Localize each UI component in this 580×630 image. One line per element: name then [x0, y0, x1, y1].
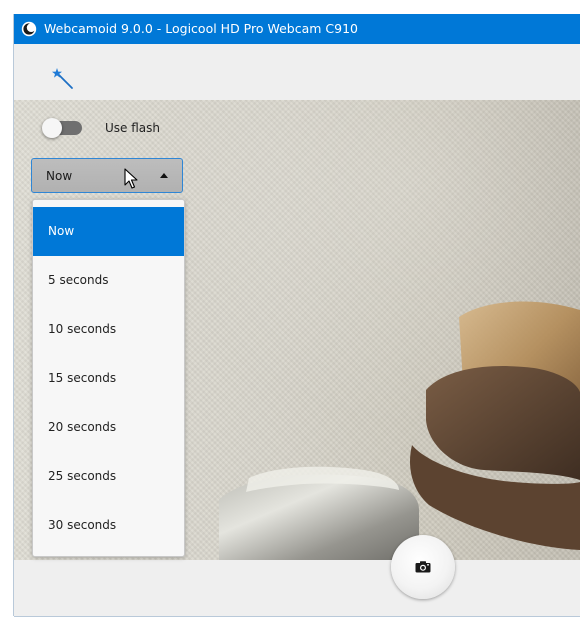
use-flash-toggle[interactable] [42, 118, 82, 138]
timer-dropdown-list: Now 5 seconds 10 seconds 15 seconds 20 s… [32, 199, 185, 557]
option-label: 15 seconds [48, 371, 117, 385]
window-title: Webcamoid 9.0.0 - Logicool HD Pro Webcam… [44, 21, 358, 36]
option-label: 10 seconds [48, 322, 117, 336]
timer-option-10-seconds[interactable]: 10 seconds [33, 305, 184, 354]
bottom-bar [14, 560, 580, 616]
toggle-knob [42, 118, 62, 138]
magic-wand-icon[interactable] [50, 66, 74, 90]
option-label: 5 seconds [48, 273, 109, 287]
timer-option-now[interactable]: Now [33, 207, 184, 256]
top-toolbar [14, 44, 580, 100]
timer-option-25-seconds[interactable]: 25 seconds [33, 452, 184, 501]
option-label: 20 seconds [48, 420, 117, 434]
webcamoid-logo-icon [21, 21, 37, 37]
mouse-cursor-icon [124, 168, 138, 194]
timer-option-5-seconds[interactable]: 5 seconds [33, 256, 184, 305]
camera-icon [415, 561, 431, 573]
option-label: 30 seconds [48, 518, 117, 532]
timer-option-15-seconds[interactable]: 15 seconds [33, 354, 184, 403]
chevron-up-icon [160, 173, 168, 178]
take-photo-button[interactable] [391, 535, 455, 599]
timer-selected-value: Now [46, 169, 73, 183]
timer-option-20-seconds[interactable]: 20 seconds [33, 403, 184, 452]
use-flash-label: Use flash [105, 121, 161, 135]
option-label: 25 seconds [48, 469, 117, 483]
timer-option-30-seconds[interactable]: 30 seconds [33, 501, 184, 550]
option-label: Now [48, 224, 75, 238]
title-bar: Webcamoid 9.0.0 - Logicool HD Pro Webcam… [14, 14, 580, 44]
app-window: Webcamoid 9.0.0 - Logicool HD Pro Webcam… [14, 14, 580, 616]
timer-combobox[interactable]: Now [31, 158, 183, 193]
